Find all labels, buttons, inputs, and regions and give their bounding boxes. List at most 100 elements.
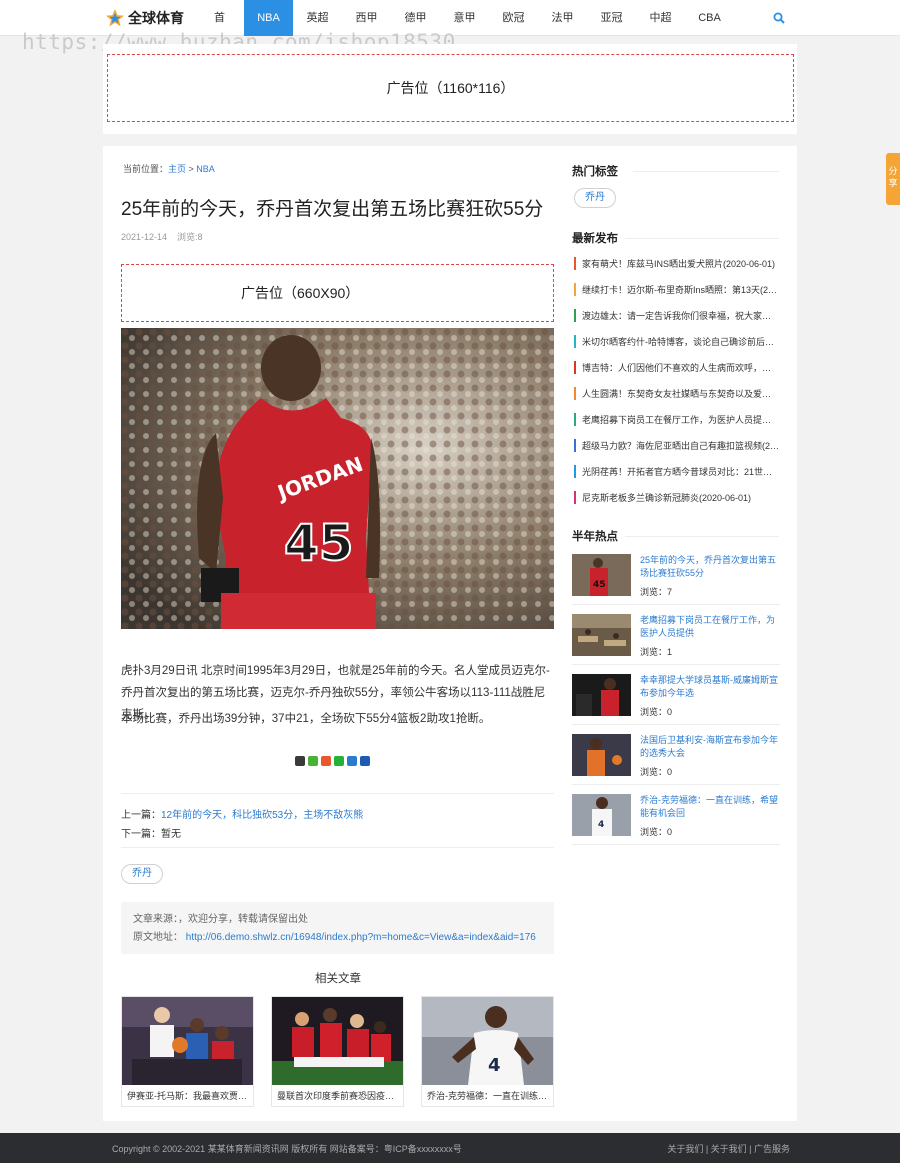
next-article: 下一篇：暂无	[121, 825, 181, 840]
hot-item-title[interactable]: 法国后卫基利安-海斯宣布参加今年的选秀大会	[640, 734, 780, 760]
footer-copyright: Copyright © 2002-2021 某某体育新闻资讯网 版权所有 网站备…	[112, 1144, 462, 1154]
share-weibo-icon[interactable]	[321, 756, 331, 766]
banner-ad-placeholder[interactable]: 广告位（1160*116）	[107, 54, 794, 122]
prev-article-link[interactable]: 12年前的今天，科比独砍53分，主场不敌灰熊	[161, 810, 363, 821]
article-meta: 2021-12-14 浏览:8	[121, 230, 203, 243]
latest-item[interactable]: 博吉特：人们因他们不喜欢的人生病而欢呼，我为此难过	[574, 354, 780, 380]
footer-links[interactable]: 关于我们 | 关于我们 | 广告服务	[667, 1142, 790, 1155]
nav-item-acl[interactable]: 亚冠	[587, 0, 636, 36]
nav-item-csl[interactable]: 中超	[636, 0, 685, 36]
hot-item-image	[572, 674, 631, 716]
latest-item[interactable]: 尼克斯老板多兰确诊新冠肺炎(2020-06-01)	[574, 484, 780, 510]
latest-item[interactable]: 超级马力欧？海佐尼亚晒出自己有趣扣篮视频(2020-06-01)	[574, 432, 780, 458]
banner-ad-card: 广告位（1160*116）	[103, 44, 797, 134]
article-hero-image: JORDAN 45	[121, 328, 554, 629]
latest-item-text: 超级马力欧？海佐尼亚晒出自己有趣扣篮视频(2020-06-01)	[582, 440, 780, 451]
hot-item-views: 浏览：0	[640, 767, 673, 777]
svg-text:4: 4	[598, 820, 604, 830]
hot-item-image	[572, 734, 631, 776]
latest-bar	[574, 334, 576, 348]
share-qq-icon[interactable]	[295, 756, 305, 766]
prev-label: 上一篇：	[121, 810, 161, 821]
divider	[121, 847, 554, 848]
hot-item-title[interactable]: 乔治-克劳福德：一直在训练，希望能有机会回	[640, 794, 780, 820]
hot-item-views: 浏览：0	[640, 707, 673, 717]
breadcrumb-home-link[interactable]: 主页	[168, 164, 186, 174]
related-article-card[interactable]: 伊赛亚-托马斯：我最喜欢贾巴尔的天勾	[121, 996, 254, 1107]
share-more-icon[interactable]	[360, 756, 370, 766]
latest-item-text: 尼克斯老板多兰确诊新冠肺炎(2020-06-01)	[582, 492, 752, 503]
hot-item-image: 45	[572, 554, 631, 596]
latest-bar	[574, 490, 576, 504]
related-article-image: 4	[422, 997, 553, 1085]
site-logo[interactable]: 全球体育	[105, 8, 184, 28]
latest-item[interactable]: 米切尔晒客约什-哈特博客，谈论自己确诊前后的经历	[574, 328, 780, 354]
article-views: 浏览:8	[177, 232, 203, 242]
divider	[572, 604, 780, 605]
related-articles-title: 相关文章	[315, 973, 361, 985]
hot-item[interactable]: 45 25年前的今天，乔丹首次复出第五场比赛狂砍55分 浏览：7	[572, 554, 780, 614]
divider	[572, 784, 780, 785]
hot-item-title[interactable]: 幸幸那提大学球员基斯-威廉姆斯宣布参加今年选	[640, 674, 780, 700]
url-label: 原文地址：	[133, 932, 183, 943]
hot-item-title[interactable]: 老鹰招募下岗员工在餐厅工作，为医护人员提供	[640, 614, 780, 640]
latest-item[interactable]: 老鹰招募下岗员工在餐厅工作，为医护人员提供餐食	[574, 406, 780, 432]
hot-item[interactable]: 幸幸那提大学球员基斯-威廉姆斯宣布参加今年选 浏览：0	[572, 674, 780, 734]
divider	[572, 664, 780, 665]
section-rule	[625, 238, 779, 239]
hot-item[interactable]: 老鹰招募下岗员工在餐厅工作，为医护人员提供 浏览：1	[572, 614, 780, 674]
article-card: 当前位置：主页 > NBA 25年前的今天，乔丹首次复出第五场比赛狂砍55分 2…	[103, 146, 797, 1121]
original-url-line: 原文地址： http://06.demo.shwlz.cn/16948/inde…	[133, 929, 542, 947]
latest-item-text: 老鹰招募下岗员工在餐厅工作，为医护人员提供餐食	[582, 414, 780, 425]
latest-item[interactable]: 光阴荏苒！开拓者官方晒今昔球员对比：21世纪的变化	[574, 458, 780, 484]
related-article-image	[122, 997, 253, 1085]
original-url-link[interactable]: http://06.demo.shwlz.cn/16948/index.php?…	[186, 932, 536, 943]
section-rule	[633, 171, 779, 172]
latest-item[interactable]: 人生圆满！东契奇女友社媒晒与东契奇以及爱狗的合照	[574, 380, 780, 406]
article-paragraph-2: 本场比赛，乔丹出场39分钟，37中21，全场砍下55分4篮板2助攻1抢断。	[121, 713, 491, 725]
related-article-card[interactable]: 4 乔治-克劳福德：一直在训练，希望能有机会回	[421, 996, 554, 1107]
share-float-button[interactable]: 分 享	[886, 153, 900, 205]
source-box: 文章来源：，欢迎分享，转载请保留出处 原文地址： http://06.demo.…	[121, 902, 554, 954]
latest-bar	[574, 308, 576, 322]
latest-item-text: 渡边雄太：请一定告诉我你们很幸福，祝大家一切都好	[582, 310, 780, 321]
latest-item[interactable]: 家有萌犬！库兹马INS晒出爱犬照片(2020-06-01)	[574, 250, 780, 276]
breadcrumb: 当前位置：主页 > NBA	[123, 162, 215, 175]
latest-list: 家有萌犬！库兹马INS晒出爱犬照片(2020-06-01) 继续打卡！迈尔斯-布…	[574, 250, 780, 510]
breadcrumb-nba-link[interactable]: NBA	[196, 164, 215, 174]
nav-item-ligue1[interactable]: 法甲	[538, 0, 587, 36]
nav-item-cba[interactable]: CBA	[685, 0, 734, 36]
related-article-caption: 乔治-克劳福德：一直在训练，希望能有机会回	[427, 1091, 553, 1101]
hot-item-title[interactable]: 25年前的今天，乔丹首次复出第五场比赛狂砍55分	[640, 554, 780, 580]
share-buttons	[295, 756, 370, 766]
related-article-image	[272, 997, 403, 1085]
hot-item[interactable]: 4 乔治-克劳福德：一直在训练，希望能有机会回 浏览：0	[572, 794, 780, 854]
share-renren-icon[interactable]	[347, 756, 357, 766]
logo-text: 全球体育	[128, 11, 184, 27]
divider	[572, 724, 780, 725]
latest-bar	[574, 282, 576, 296]
share-qzone-icon[interactable]	[308, 756, 318, 766]
breadcrumb-separator: >	[186, 164, 197, 174]
nav-item-ucl[interactable]: 欧冠	[489, 0, 538, 36]
section-rule	[625, 536, 779, 537]
latest-item[interactable]: 继续打卡！迈尔斯-布里奇斯Ins晒照：第13天(2020-06-01)	[574, 276, 780, 302]
sidebar-tag[interactable]: 乔丹	[574, 188, 616, 208]
share-wechat-icon[interactable]	[334, 756, 344, 766]
share-float-label: 分	[888, 166, 898, 176]
latest-bar	[574, 412, 576, 426]
latest-item[interactable]: 渡边雄太：请一定告诉我你们很幸福，祝大家一切都好	[574, 302, 780, 328]
related-article-card[interactable]: 曼联首次印度季前赛恐因疫情取消	[271, 996, 404, 1107]
latest-item-text: 米切尔晒客约什-哈特博客，谈论自己确诊前后的经历	[582, 336, 780, 347]
latest-item-text: 人生圆满！东契奇女友社媒晒与东契奇以及爱狗的合照	[582, 388, 780, 399]
divider	[121, 793, 554, 794]
hot-item-views: 浏览：0	[640, 827, 673, 837]
latest-title: 最新发布	[572, 233, 618, 245]
search-icon[interactable]	[773, 12, 785, 24]
inline-ad-placeholder[interactable]: 广告位（660X90）	[121, 264, 554, 322]
article-tag[interactable]: 乔丹	[121, 864, 163, 884]
svg-text:4: 4	[488, 1055, 501, 1076]
hot-item[interactable]: 法国后卫基利安-海斯宣布参加今年的选秀大会 浏览：0	[572, 734, 780, 794]
related-article-caption: 曼联首次印度季前赛恐因疫情取消	[277, 1091, 403, 1101]
divider	[572, 844, 780, 845]
